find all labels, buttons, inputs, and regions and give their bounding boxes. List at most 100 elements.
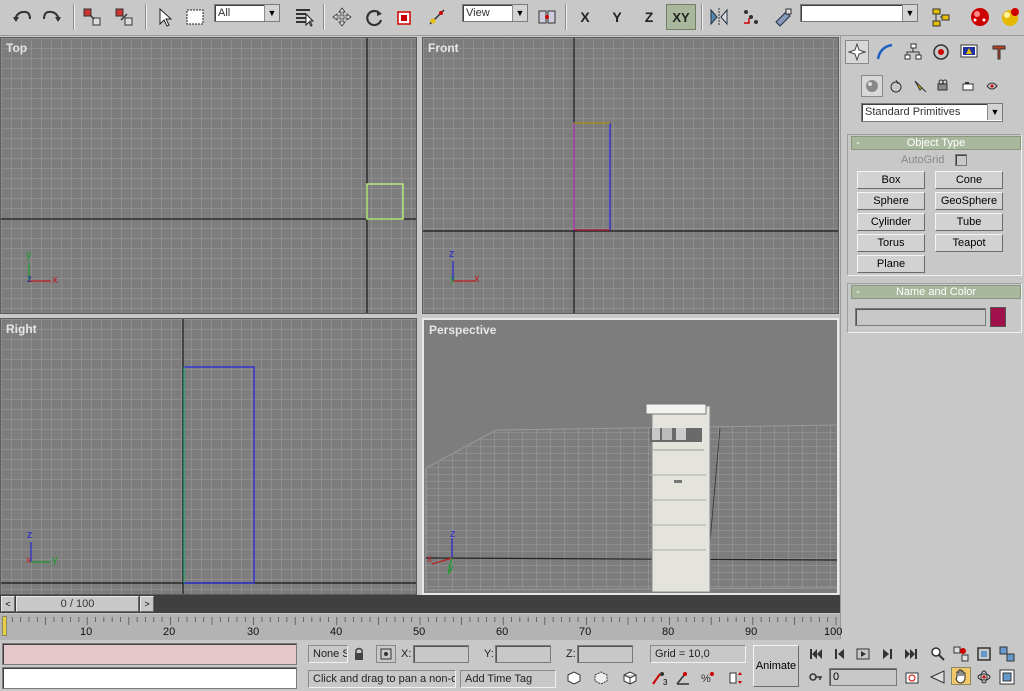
pivot-center-icon[interactable] xyxy=(535,4,559,30)
slider-prev-icon[interactable]: < xyxy=(1,596,15,612)
field-of-view-icon[interactable] xyxy=(928,668,948,686)
link-icon[interactable] xyxy=(80,4,104,30)
motion-tab-icon[interactable] xyxy=(929,40,953,64)
axis-y-button[interactable]: Y xyxy=(605,4,629,30)
sphere-button[interactable]: Sphere xyxy=(857,192,925,210)
zoom-all-icon[interactable] xyxy=(951,645,971,663)
key-mode-icon[interactable] xyxy=(806,668,826,686)
arc-rotate-icon[interactable] xyxy=(974,668,994,686)
current-frame-input[interactable]: 0 xyxy=(829,668,897,686)
spinner-snap-icon[interactable] xyxy=(726,669,746,687)
tube-button[interactable]: Tube xyxy=(935,213,1003,231)
select-by-name-icon[interactable] xyxy=(292,4,316,30)
time-config-icon[interactable] xyxy=(902,668,922,686)
viewport-label[interactable]: Perspective xyxy=(429,323,496,337)
align-icon[interactable] xyxy=(739,4,763,30)
angle-snap-icon[interactable] xyxy=(674,669,694,687)
min-max-toggle-icon[interactable] xyxy=(997,668,1017,686)
name-color-header[interactable]: - Name and Color xyxy=(851,285,1021,299)
viewport-perspective[interactable]: Perspective z y x xyxy=(422,318,839,595)
absolute-mode-icon[interactable] xyxy=(376,645,396,663)
go-to-start-icon[interactable] xyxy=(806,645,826,663)
previous-frame-icon[interactable] xyxy=(830,645,850,663)
lights-icon[interactable] xyxy=(909,75,931,97)
next-frame-icon[interactable] xyxy=(877,645,897,663)
scale-icon[interactable] xyxy=(393,4,417,30)
named-selection-dropdown[interactable]: ▼ xyxy=(800,4,918,22)
cone-button[interactable]: Cone xyxy=(935,171,1003,189)
axis-label-o: z xyxy=(27,274,32,285)
object-color-swatch[interactable] xyxy=(990,307,1006,327)
plane-button[interactable]: Plane xyxy=(857,255,925,273)
create-tab-icon[interactable] xyxy=(845,40,869,64)
helpers-icon[interactable] xyxy=(957,75,979,97)
box-button[interactable]: Box xyxy=(857,171,925,189)
zoom-extents-all-icon[interactable] xyxy=(997,645,1017,663)
coord-system-dropdown[interactable]: View ▼ xyxy=(462,4,528,22)
axis-x-button[interactable]: X xyxy=(573,4,597,30)
snap-icon[interactable] xyxy=(620,669,640,687)
time-slider-thumb[interactable]: 0 / 100 xyxy=(16,596,139,612)
z-coord-input[interactable] xyxy=(577,645,633,663)
y-coord-input[interactable] xyxy=(495,645,551,663)
slider-next-icon[interactable]: > xyxy=(140,596,154,612)
rect-region-icon[interactable] xyxy=(183,4,207,30)
geosphere-button[interactable]: GeoSphere xyxy=(935,192,1003,210)
x-coord-input[interactable] xyxy=(413,645,469,663)
viewport-shading-icon[interactable] xyxy=(564,669,584,687)
teapot-button[interactable]: Teapot xyxy=(935,234,1003,252)
space-warps-icon[interactable] xyxy=(981,75,1003,97)
torus-button[interactable]: Torus xyxy=(857,234,925,252)
render-scene-icon[interactable] xyxy=(998,4,1022,30)
viewport-label[interactable]: Front xyxy=(428,41,459,55)
time-slider[interactable]: < 0 / 100 > xyxy=(0,595,840,613)
object-type-header[interactable]: - Object Type xyxy=(851,136,1021,150)
selection-filter-dropdown[interactable]: All ▼ xyxy=(214,4,280,22)
animate-button[interactable]: Animate xyxy=(753,645,799,687)
snaps-toggle-icon[interactable]: 3 xyxy=(650,669,670,687)
cameras-icon[interactable] xyxy=(933,75,955,97)
select-icon[interactable] xyxy=(152,4,176,30)
selection-filter-value: All xyxy=(218,7,231,19)
shapes-icon[interactable] xyxy=(885,75,907,97)
selection-mode-icon[interactable] xyxy=(591,669,611,687)
undo-icon[interactable] xyxy=(10,4,34,30)
modify-tab-icon[interactable] xyxy=(873,40,897,64)
object-name-input[interactable] xyxy=(855,308,986,326)
primitive-category-dropdown[interactable]: Standard Primitives ▼ xyxy=(861,103,1003,122)
trackbar-cursor[interactable] xyxy=(2,616,7,636)
play-icon[interactable] xyxy=(853,645,873,663)
schematic-view-icon[interactable] xyxy=(929,4,953,30)
viewport-label[interactable]: Top xyxy=(6,41,27,55)
go-to-end-icon[interactable] xyxy=(901,645,921,663)
tick-label: 60 xyxy=(496,626,509,638)
unlink-icon[interactable] xyxy=(112,4,136,30)
display-tab-icon[interactable] xyxy=(957,40,981,64)
rotate-icon[interactable] xyxy=(362,4,386,30)
add-time-tag[interactable]: Add Time Tag xyxy=(460,670,556,688)
spacing-tool-icon[interactable] xyxy=(771,4,795,30)
geometry-icon[interactable] xyxy=(861,75,883,97)
percent-snap-icon[interactable]: % xyxy=(698,669,718,687)
maxscript-listener-pink[interactable] xyxy=(2,643,297,665)
lock-selection-icon[interactable] xyxy=(349,645,369,663)
axis-xy-button[interactable]: XY xyxy=(666,4,696,30)
pan-hand-icon[interactable] xyxy=(951,667,971,685)
viewport-top[interactable]: Top y x z xyxy=(0,37,417,314)
hierarchy-tab-icon[interactable] xyxy=(901,40,925,64)
zoom-icon[interactable] xyxy=(928,645,948,663)
zoom-extents-icon[interactable] xyxy=(974,645,994,663)
pivot-icon[interactable] xyxy=(425,4,449,30)
autogrid-checkbox[interactable] xyxy=(955,154,967,166)
redo-icon[interactable] xyxy=(40,4,64,30)
material-editor-icon[interactable] xyxy=(968,4,992,30)
cylinder-button[interactable]: Cylinder xyxy=(857,213,925,231)
viewport-label[interactable]: Right xyxy=(6,322,37,336)
axis-z-button[interactable]: Z xyxy=(637,4,661,30)
mirror-icon[interactable] xyxy=(707,4,731,30)
viewport-front[interactable]: Front z x y xyxy=(422,37,839,314)
move-icon[interactable] xyxy=(330,4,354,30)
maxscript-listener-white[interactable] xyxy=(2,667,297,689)
utilities-tab-icon[interactable] xyxy=(987,40,1011,64)
viewport-right[interactable]: Right z y x xyxy=(0,318,417,595)
